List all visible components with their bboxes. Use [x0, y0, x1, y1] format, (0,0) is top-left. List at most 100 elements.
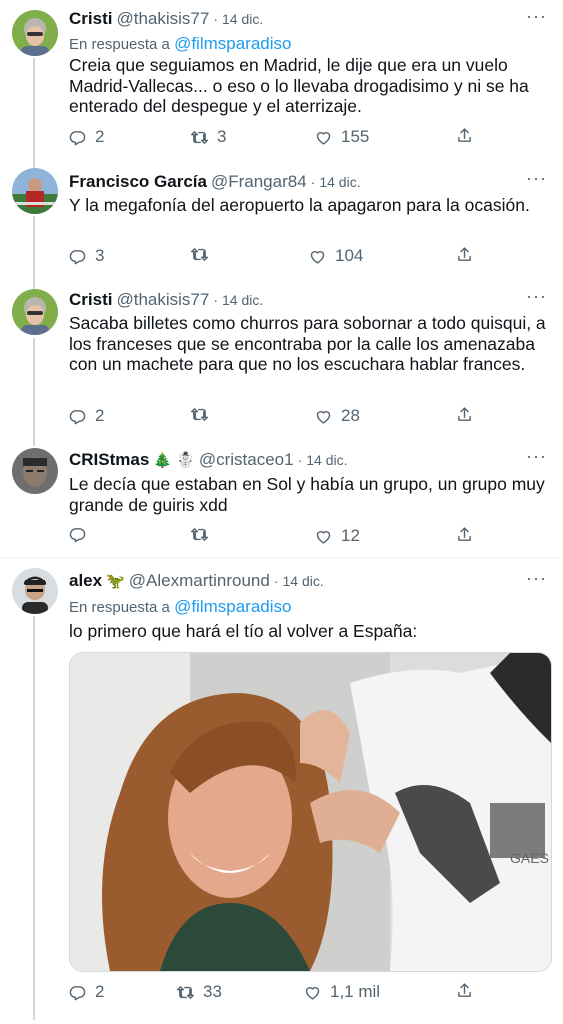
reply-prefix: En respuesta a [69, 599, 170, 616]
avatar[interactable] [12, 168, 58, 214]
retweet-button[interactable] [191, 246, 217, 263]
tweet-date[interactable]: 14 dic. [222, 292, 263, 308]
display-name[interactable]: alex [69, 571, 102, 591]
separator: · [213, 292, 218, 308]
tweet-date[interactable]: 14 dic. [283, 573, 324, 589]
separator: · [297, 452, 303, 468]
user-handle[interactable]: @Alexmartinround [129, 571, 270, 591]
tweet-3[interactable]: Cristi @thakisis77 · 14 dic. ··· Sacaba … [0, 282, 563, 446]
like-button[interactable]: 28 [315, 406, 360, 426]
reply-button[interactable]: 2 [69, 406, 104, 426]
tweet-text: lo primero que hará el tío al volver a E… [69, 621, 418, 641]
avatar[interactable] [12, 448, 58, 494]
retweet-button[interactable]: 33 [177, 982, 222, 1002]
avatar[interactable] [12, 10, 58, 56]
avatar[interactable] [12, 568, 58, 614]
reply-icon [69, 984, 86, 1001]
user-handle[interactable]: @thakisis77 [116, 9, 209, 29]
reply-button[interactable] [69, 526, 95, 543]
like-count: 28 [341, 406, 360, 425]
reply-count: 3 [95, 246, 105, 265]
like-button[interactable]: 1,1 mil [304, 982, 380, 1002]
tweet-date[interactable]: 14 dic. [306, 452, 347, 468]
display-name[interactable]: Francisco García [69, 172, 207, 192]
like-count: 1,1 mil [330, 982, 381, 1001]
display-name[interactable]: Cristi [69, 9, 112, 29]
share-button[interactable] [456, 982, 473, 999]
like-icon [315, 528, 332, 545]
like-button[interactable]: 104 [309, 246, 363, 266]
display-name[interactable]: CRIStmas [69, 450, 149, 470]
tweet-text: Le decía que estaban en Sol y había un g… [69, 474, 545, 515]
like-icon [309, 248, 326, 265]
like-icon [304, 984, 321, 1001]
action-bar: 2 28 [69, 406, 479, 428]
more-icon[interactable]: ··· [526, 168, 547, 189]
reply-to-link[interactable]: @filmsparadiso [174, 597, 291, 616]
reply-count: 2 [95, 406, 105, 425]
tweet-date[interactable]: 14 dic. [222, 11, 263, 27]
retweet-button[interactable] [191, 526, 217, 543]
more-icon[interactable]: ··· [526, 6, 547, 27]
display-name[interactable]: Cristi [69, 290, 112, 310]
retweet-button[interactable]: 3 [191, 127, 226, 147]
separator: · [273, 573, 279, 589]
more-icon[interactable]: ··· [526, 568, 547, 589]
tweet-4[interactable]: CRIStmas 🎄 ☃️ @cristaceo1 · 14 dic. ··· … [0, 442, 563, 558]
more-icon[interactable]: ··· [526, 286, 547, 307]
tweet-text: Creia que seguiamos en Madrid, le dije q… [69, 55, 529, 116]
reply-context: En respuesta a @filmsparadiso [69, 34, 291, 54]
action-bar: 2 33 1,1 mil [69, 982, 479, 1004]
action-bar: 3 104 [69, 246, 479, 268]
like-count: 155 [341, 127, 370, 146]
retweet-icon [191, 129, 208, 146]
reply-prefix: En respuesta a [69, 36, 170, 53]
user-handle[interactable]: @cristaceo1 [199, 450, 294, 470]
reply-icon [69, 408, 86, 425]
gaes-logo: GAES [510, 850, 549, 866]
retweet-count: 33 [203, 982, 222, 1001]
tweet-text: Y la megafonía del aeropuerto la apagaro… [69, 195, 530, 215]
share-button[interactable] [456, 127, 473, 144]
tweet-text: Sacaba billetes como churros para soborn… [69, 313, 546, 374]
avatar[interactable] [12, 289, 58, 335]
share-button[interactable] [456, 246, 473, 263]
name-emojis: 🦖 [106, 573, 125, 590]
retweet-button[interactable] [191, 406, 217, 423]
reply-count: 2 [95, 127, 105, 146]
thread-line [33, 616, 35, 1020]
separator: · [310, 174, 316, 190]
thread-line [33, 338, 35, 446]
share-icon [456, 526, 473, 543]
reply-button[interactable]: 2 [69, 982, 104, 1002]
like-icon [315, 408, 332, 425]
reply-to-link[interactable]: @filmsparadiso [174, 34, 291, 53]
reply-context: En respuesta a @filmsparadiso [69, 597, 291, 617]
reply-icon [69, 526, 86, 543]
retweet-icon [191, 406, 208, 423]
like-count: 104 [335, 246, 364, 265]
action-bar: 2 3 155 [69, 127, 479, 149]
like-count: 12 [341, 526, 360, 545]
share-icon [456, 982, 473, 999]
share-button[interactable] [456, 406, 473, 423]
user-handle[interactable]: @Frangar84 [211, 172, 307, 192]
share-icon [456, 406, 473, 423]
tweet-date[interactable]: 14 dic. [319, 174, 360, 190]
share-icon [456, 246, 473, 263]
retweet-icon [177, 984, 194, 1001]
separator: · [213, 11, 218, 27]
user-handle[interactable]: @thakisis77 [116, 290, 209, 310]
like-button[interactable]: 12 [315, 526, 360, 546]
reply-button[interactable]: 3 [69, 246, 104, 266]
tweet-media-photo[interactable]: GAES [69, 652, 552, 972]
retweet-count: 3 [217, 127, 227, 146]
tweet-2[interactable]: Francisco García @Frangar84 · 14 dic. ··… [0, 160, 563, 286]
photo-illustration: GAES [70, 653, 551, 971]
tweet-1[interactable]: Cristi @thakisis77 · 14 dic. ··· En resp… [0, 0, 563, 162]
retweet-icon [191, 246, 208, 263]
more-icon[interactable]: ··· [526, 446, 547, 467]
share-button[interactable] [456, 526, 473, 543]
like-button[interactable]: 155 [315, 127, 369, 147]
reply-button[interactable]: 2 [69, 127, 104, 147]
